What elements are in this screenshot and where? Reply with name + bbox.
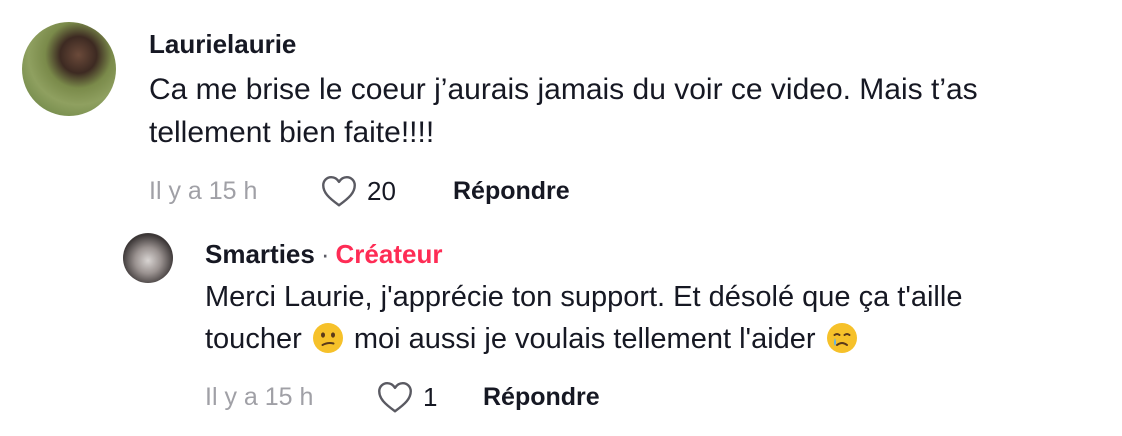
comment-meta: Il y a 15 h 20 Répondre [149,171,1099,211]
heart-icon[interactable] [321,174,357,208]
avatar[interactable] [22,22,116,116]
reply-timestamp: Il y a 15 h [205,382,314,411]
like-button[interactable]: 1 [377,380,483,414]
reply-text: Merci Laurie, j'apprécie ton support. Et… [205,276,1085,360]
like-button[interactable]: 20 [321,174,453,208]
comment-timestamp: Il y a 15 h [149,176,258,205]
heart-icon[interactable] [377,380,413,414]
comment-body: Laurielaurie Ca me brise le coeur j’aura… [149,22,1099,211]
reply-text-segment: moi aussi je voulais tellement l'aider [353,323,816,355]
reply-text-line: Merci Laurie, j'apprécie ton support. Et… [205,281,963,313]
separator: · [320,239,330,269]
like-count: 1 [423,381,438,412]
comment-text: Ca me brise le coeur j’aurais jamais du … [149,68,1099,154]
comment-text-line: Ca me brise le coeur j’aurais jamais du … [149,73,978,106]
reply-button[interactable]: Répondre [483,383,600,412]
reply-button[interactable]: Répondre [453,177,570,206]
creator-badge: Créateur [335,239,443,269]
reply-body: Smarties · Créateur Merci Laurie, j'appréc… [205,233,1085,417]
like-count: 20 [367,175,396,206]
comment-username[interactable]: Laurielaurie [149,24,1099,64]
reply-header: Smarties · Créateur [205,235,1085,273]
comment-text-line: tellement bien faite!!!! [149,116,435,149]
crying-face-emoji-icon [826,323,857,353]
avatar[interactable] [123,233,173,283]
confused-face-emoji-icon [312,323,343,353]
reply-text-segment: toucher [205,323,302,355]
reply-meta: Il y a 15 h 1 Répondre [205,377,1085,417]
reply-username[interactable]: Smarties [205,239,315,269]
